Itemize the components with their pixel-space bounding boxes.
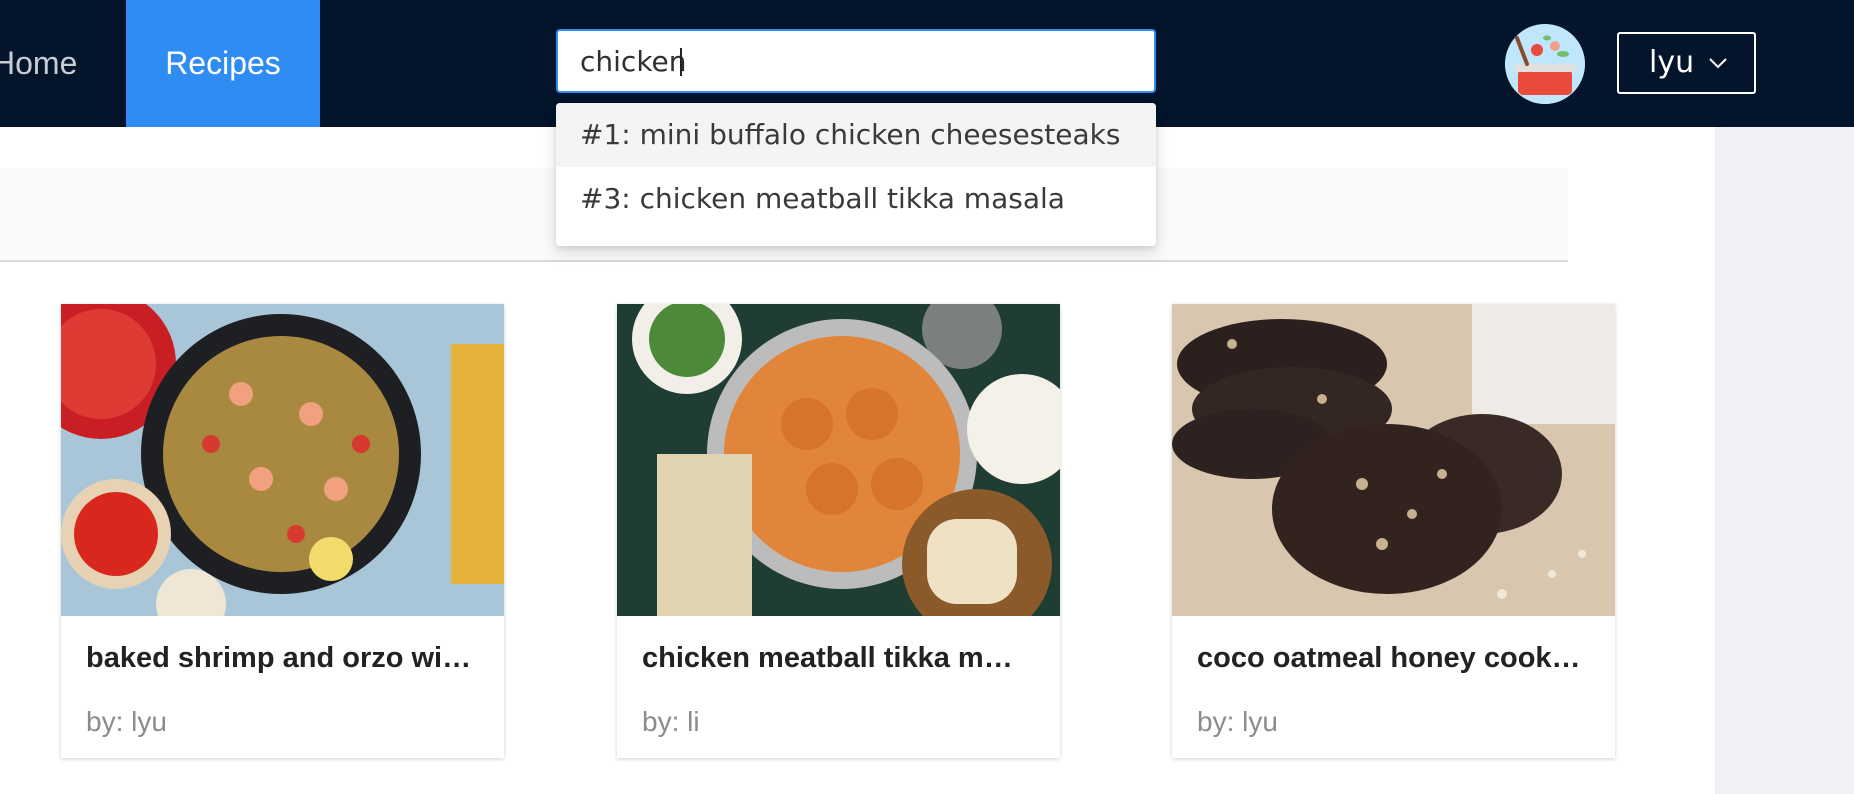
- suggestion-item[interactable]: #3: chicken meatball tikka masala: [556, 167, 1156, 231]
- cooking-pot-icon: [1505, 24, 1585, 104]
- chevron-down-icon: [1709, 58, 1727, 69]
- user-name: lyu: [1649, 45, 1695, 80]
- text-caret: [680, 48, 682, 76]
- recipe-author: by: lyu: [86, 706, 167, 737]
- recipe-title[interactable]: baked shrimp and orzo wi…: [86, 642, 486, 675]
- search-box[interactable]: [556, 29, 1156, 93]
- recipe-title[interactable]: chicken meatball tikka m…: [642, 642, 1042, 675]
- shrimp-orzo-pan-photo: [61, 304, 504, 616]
- recipe-card[interactable]: baked shrimp and orzo wi… by: lyu: [61, 304, 504, 758]
- recipe-card[interactable]: chicken meatball tikka m… by: li: [617, 304, 1060, 758]
- tikka-masala-pot-photo: [617, 304, 1060, 616]
- right-rail: [1715, 127, 1854, 794]
- search-suggestions: #1: mini buffalo chicken cheesesteaks #3…: [556, 103, 1156, 246]
- suggestion-item[interactable]: #1: mini buffalo chicken cheesesteaks: [556, 103, 1156, 167]
- user-menu-button[interactable]: lyu: [1617, 32, 1756, 94]
- recipe-author: by: li: [642, 706, 700, 737]
- nav-recipes-link[interactable]: Recipes: [126, 0, 320, 127]
- search-input[interactable]: [558, 31, 1154, 91]
- avatar[interactable]: [1505, 24, 1585, 104]
- recipe-title[interactable]: coco oatmeal honey cook…: [1197, 642, 1597, 675]
- recipe-card[interactable]: coco oatmeal honey cook… by: lyu: [1172, 304, 1615, 758]
- nav-home-link[interactable]: Home: [0, 0, 92, 127]
- recipe-author: by: lyu: [1197, 706, 1278, 737]
- chocolate-cookies-photo: [1172, 304, 1615, 616]
